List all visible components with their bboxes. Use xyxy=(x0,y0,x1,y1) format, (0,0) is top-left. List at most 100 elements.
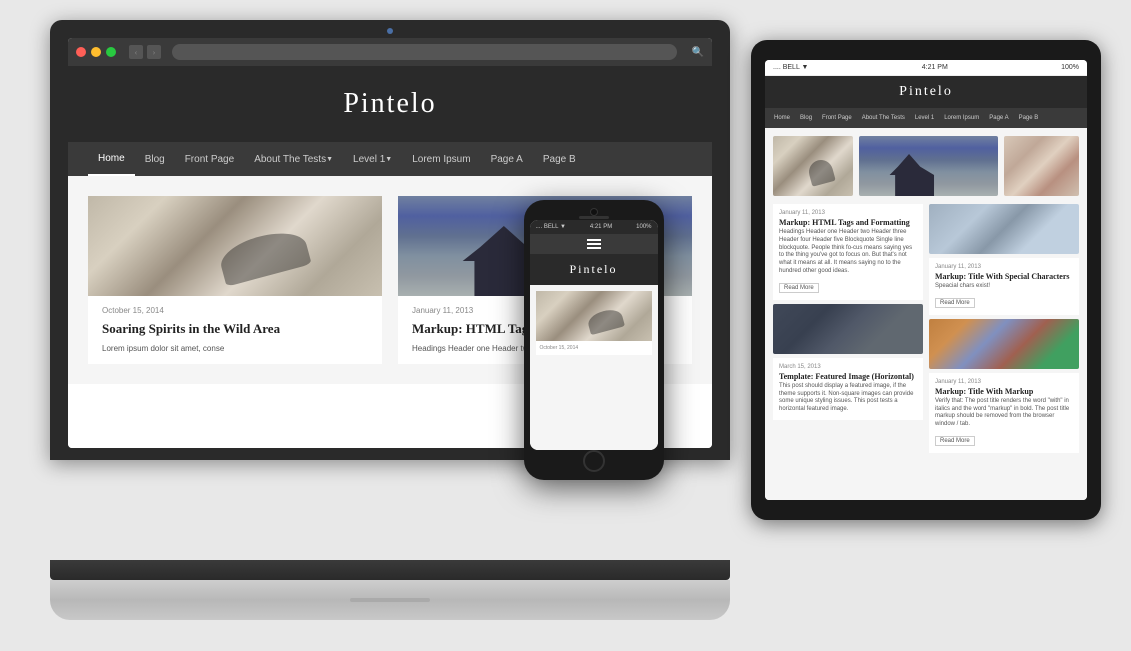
tablet-nav-front[interactable]: Front Page xyxy=(819,115,855,121)
scene: ‹ › 🔍 Pintelo Home Blog xyxy=(0,0,1131,651)
phone-card-1-body: October 15, 2014 xyxy=(536,341,652,355)
tablet-col-right: January 11, 2013 Markup: Title With Spec… xyxy=(929,204,1079,453)
nav-item-frontpage[interactable]: Front Page xyxy=(175,142,244,176)
nav-item-about[interactable]: About The Tests xyxy=(244,142,343,176)
blog-card-1-body: October 15, 2014 Soaring Spirits in the … xyxy=(88,296,382,364)
tablet-two-col: January 11, 2013 Markup: HTML Tags and F… xyxy=(773,204,1079,453)
tablet-time: 4:21 PM xyxy=(922,64,948,71)
tablet-device: .... BELL ▼ 4:21 PM 100% Pintelo Home Bl… xyxy=(751,40,1101,520)
phone-home-button[interactable] xyxy=(583,450,605,472)
blog-card-1: October 15, 2014 Soaring Spirits in the … xyxy=(88,196,382,364)
tablet-signal: .... BELL ▼ xyxy=(773,64,808,71)
laptop-foot xyxy=(50,580,730,620)
nav-item-blog[interactable]: Blog xyxy=(135,142,175,176)
tablet-article-3-read-more[interactable]: Read More xyxy=(935,298,975,308)
phone-card-1-date: October 15, 2014 xyxy=(540,345,648,351)
tablet-body: .... BELL ▼ 4:21 PM 100% Pintelo Home Bl… xyxy=(751,40,1101,520)
site-title: Pintelo xyxy=(68,88,712,120)
tablet-img-woman xyxy=(1004,136,1079,196)
tablet-nav: Home Blog Front Page About The Tests Lev… xyxy=(765,108,1087,128)
site-header: Pintelo xyxy=(68,66,712,142)
site-nav: Home Blog Front Page About The Tests Lev… xyxy=(68,142,712,176)
blog-card-1-title[interactable]: Soaring Spirits in the Wild Area xyxy=(102,320,368,338)
nav-item-lorem[interactable]: Lorem Ipsum xyxy=(402,142,480,176)
tablet-article-4-date: January 11, 2013 xyxy=(935,379,1073,385)
tablet-site-title: Pintelo xyxy=(765,84,1087,100)
hamburger-line-2 xyxy=(587,243,601,245)
phone-site-header: Pintelo xyxy=(530,254,658,285)
phone-body: .... BELL ▼ 4:21 PM 100% Pintelo xyxy=(524,200,664,480)
tablet-screen: .... BELL ▼ 4:21 PM 100% Pintelo Home Bl… xyxy=(765,60,1087,500)
tablet-nav-pagea[interactable]: Page A xyxy=(986,115,1011,121)
laptop-camera xyxy=(387,28,393,34)
nav-item-home[interactable]: Home xyxy=(88,142,135,176)
tablet-article-4-text: Verify that: The post title renders the … xyxy=(935,398,1073,429)
blog-card-1-date: October 15, 2014 xyxy=(102,306,368,315)
tablet-site-header: Pintelo xyxy=(765,76,1087,108)
nav-item-pageb[interactable]: Page B xyxy=(533,142,586,176)
tablet-article-1-read-more[interactable]: Read More xyxy=(779,283,819,293)
tablet-article-4-title[interactable]: Markup: Title With Markup xyxy=(935,387,1073,396)
tablet-img-bird xyxy=(929,204,1079,254)
phone-content: October 15, 2014 xyxy=(530,285,658,450)
hamburger-line-1 xyxy=(587,239,601,241)
forward-button[interactable]: › xyxy=(147,45,161,59)
phone-signal: .... BELL ▼ xyxy=(536,224,566,230)
phone-site-title: Pintelo xyxy=(530,262,658,277)
blog-card-1-excerpt: Lorem ipsum dolor sit amet, conse xyxy=(102,343,368,354)
phone-battery: 100% xyxy=(636,224,651,230)
tablet-content: January 11, 2013 Markup: HTML Tags and F… xyxy=(765,128,1087,500)
tablet-article-1-date: January 11, 2013 xyxy=(779,210,917,216)
hamburger-menu[interactable] xyxy=(587,239,601,249)
tablet-col-left: January 11, 2013 Markup: HTML Tags and F… xyxy=(773,204,923,453)
tablet-article-3-text: Speacial chars exist! xyxy=(935,283,1073,291)
tablet-nav-blog[interactable]: Blog xyxy=(797,115,815,121)
tablet-img-colorful xyxy=(929,319,1079,369)
phone-screen: .... BELL ▼ 4:21 PM 100% Pintelo xyxy=(530,220,658,450)
nav-item-pagea[interactable]: Page A xyxy=(481,142,533,176)
nav-item-level1[interactable]: Level 1 xyxy=(343,142,402,176)
laptop-base xyxy=(50,560,730,580)
tablet-status-bar: .... BELL ▼ 4:21 PM 100% xyxy=(765,60,1087,76)
back-button[interactable]: ‹ xyxy=(129,45,143,59)
tablet-article-2: March 15, 2013 Template: Featured Image … xyxy=(773,358,923,420)
maximize-button[interactable] xyxy=(106,47,116,57)
tablet-article-1-title[interactable]: Markup: HTML Tags and Formatting xyxy=(779,218,917,227)
phone-card-1: October 15, 2014 xyxy=(536,291,652,355)
phone-camera xyxy=(590,208,598,216)
laptop-photo xyxy=(88,196,382,296)
tablet-nav-pageb[interactable]: Page B xyxy=(1016,115,1042,121)
tablet-article-2-text: This post should display a featured imag… xyxy=(779,383,917,414)
tablet-nav-home[interactable]: Home xyxy=(771,115,793,121)
browser-nav: ‹ › xyxy=(129,45,161,59)
tablet-featured-row xyxy=(773,136,1079,196)
phone-nav-bar xyxy=(530,234,658,254)
phone-status-bar: .... BELL ▼ 4:21 PM 100% xyxy=(530,220,658,234)
tablet-img-dark xyxy=(773,304,923,354)
tablet-nav-lorem[interactable]: Lorem Ipsum xyxy=(941,115,982,121)
tablet-img-castle xyxy=(859,136,998,196)
tablet-article-4-read-more[interactable]: Read More xyxy=(935,436,975,446)
tablet-article-4: January 11, 2013 Markup: Title With Mark… xyxy=(929,373,1079,453)
phone-device: .... BELL ▼ 4:21 PM 100% Pintelo xyxy=(524,200,664,480)
address-bar[interactable] xyxy=(172,44,677,60)
tablet-img-laptop xyxy=(773,136,853,196)
tablet-article-1-text: Headings Header one Header two Header th… xyxy=(779,229,917,276)
tablet-article-2-title[interactable]: Template: Featured Image (Horizontal) xyxy=(779,372,917,381)
phone-card-1-image xyxy=(536,291,652,341)
close-button[interactable] xyxy=(76,47,86,57)
tablet-article-3-title[interactable]: Markup: Title With Special Characters xyxy=(935,272,1073,281)
tablet-article-3: January 11, 2013 Markup: Title With Spec… xyxy=(929,258,1079,315)
browser-toolbar: ‹ › 🔍 xyxy=(68,38,712,66)
tablet-nav-level1[interactable]: Level 1 xyxy=(912,115,937,121)
tablet-nav-about[interactable]: About The Tests xyxy=(859,115,908,121)
tablet-article-1: January 11, 2013 Markup: HTML Tags and F… xyxy=(773,204,923,300)
minimize-button[interactable] xyxy=(91,47,101,57)
phone-time: 4:21 PM xyxy=(590,224,612,230)
tablet-battery: 100% xyxy=(1061,64,1079,71)
phone-speaker xyxy=(579,216,609,219)
search-icon: 🔍 xyxy=(692,47,704,58)
hamburger-line-3 xyxy=(587,247,601,249)
laptop-foot-groove xyxy=(350,598,430,602)
blog-card-1-image xyxy=(88,196,382,296)
